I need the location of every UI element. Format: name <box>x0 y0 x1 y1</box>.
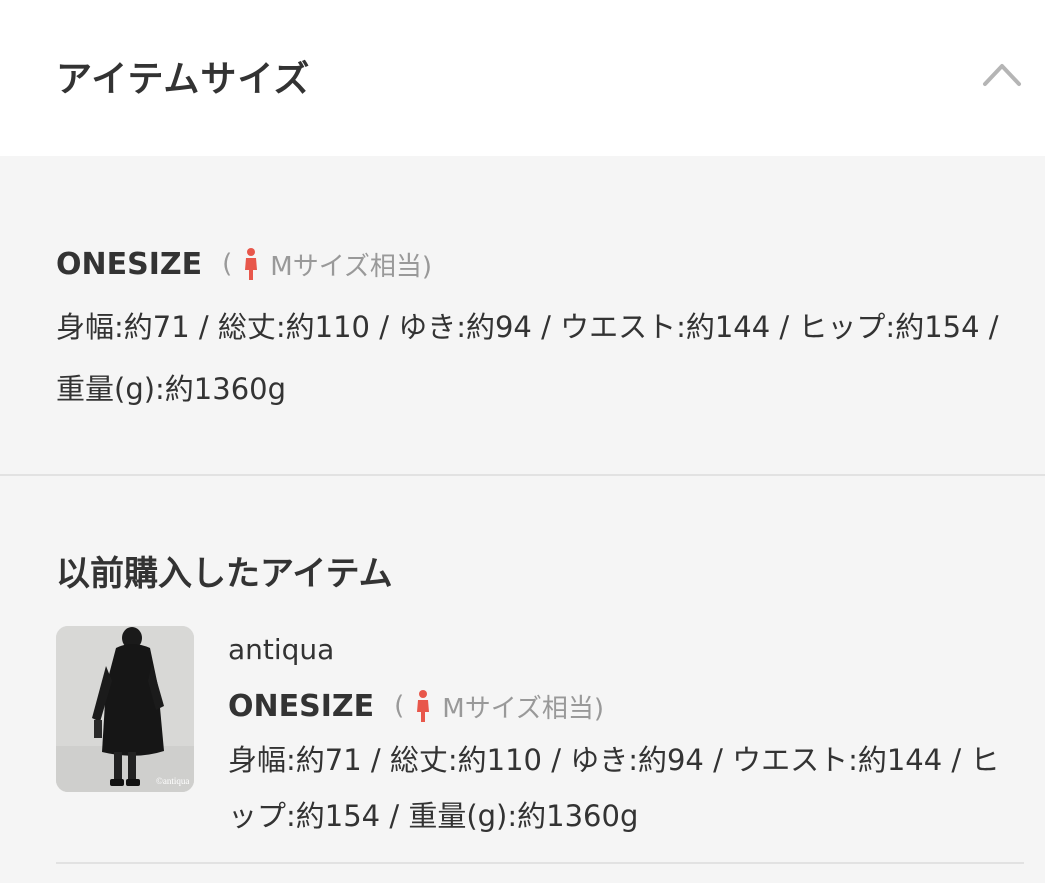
item-dimensions: 身幅:約71 / 総丈:約110 / ゆき:約94 / ウエスト:約144 / … <box>228 743 1000 833</box>
section-title: アイテムサイズ <box>56 59 311 100</box>
item-size-header[interactable]: アイテムサイズ <box>0 0 1045 156</box>
size-info-panel: ONESIZE ( Mサイズ相当) 身幅:約71 / 総丈:約110 / ゆき:… <box>0 156 1045 474</box>
item-thumbnail[interactable]: ©antiqua <box>56 626 194 792</box>
size-dimensions: 身幅:約71 / 総丈:約110 / ゆき:約94 / ウエスト:約144 / … <box>56 310 999 406</box>
size-header-line: ONESIZE ( Mサイズ相当) <box>56 244 432 284</box>
item-brand: antiqua <box>228 633 335 666</box>
thumbnail-watermark: ©antiqua <box>156 776 189 786</box>
size-name: ONESIZE <box>56 246 203 282</box>
person-icon <box>417 690 430 722</box>
previous-item-info[interactable]: antiqua ONESIZE ( Mサイズ相当) 身幅:約71 / 総丈:約1… <box>228 628 1028 844</box>
item-divider <box>56 862 1024 864</box>
item-size-line: ONESIZE ( Mサイズ相当) <box>228 684 1028 728</box>
equiv-open-paren: ( <box>222 249 233 279</box>
item-size-name: ONESIZE <box>228 688 375 724</box>
size-equivalent: ( Mサイズ相当) <box>222 246 432 283</box>
item-thumbnail-image: ©antiqua <box>56 626 194 792</box>
previous-purchases-panel: 以前購入したアイテム ©antiqua antiqua ONESIZE (Mサ… <box>0 476 1045 883</box>
item-equiv-open-paren: ( <box>394 691 405 721</box>
person-icon <box>245 248 258 280</box>
chevron-up-icon[interactable] <box>982 56 1022 90</box>
equiv-label: Mサイズ相当) <box>270 251 433 282</box>
previous-items-title: 以前購入したアイテム <box>56 554 393 594</box>
item-equiv-label: Mサイズ相当) <box>442 693 605 724</box>
item-size-equivalent: ( Mサイズ相当) <box>394 688 604 725</box>
